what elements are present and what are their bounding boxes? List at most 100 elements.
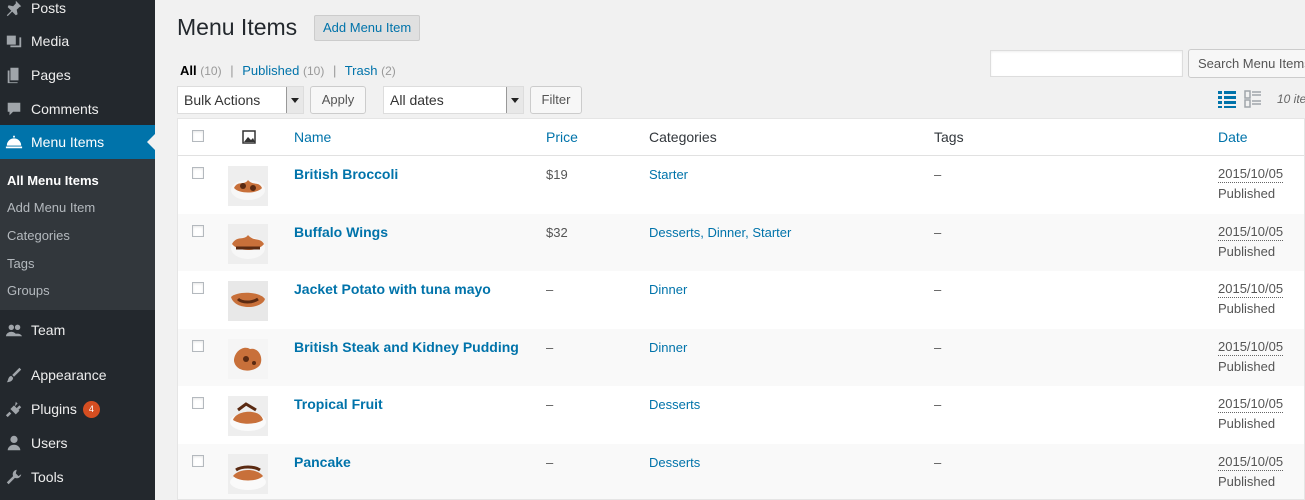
- column-header-tags: Tags: [934, 129, 964, 145]
- date-cell: 2015/10/05: [1218, 223, 1284, 241]
- tags-cell: –: [934, 454, 942, 470]
- price-cell: –: [546, 397, 554, 412]
- date-cell: 2015/10/05: [1218, 281, 1284, 298]
- submenu-all-menu-items[interactable]: All Menu Items: [7, 173, 99, 188]
- table-row: Tropical Fruit – Desserts – 2015/10/05 P…: [178, 386, 1304, 444]
- bulk-actions-select[interactable]: Bulk Actions: [177, 86, 304, 114]
- sidebar-item-label: Tools: [31, 469, 64, 485]
- search-input[interactable]: [990, 50, 1183, 77]
- sidebar-item-label: Users: [31, 435, 68, 451]
- status-cell: Published: [1218, 301, 1276, 316]
- filter-all-count: (10): [200, 64, 222, 78]
- filter-separator: |: [332, 63, 337, 78]
- main-content: Menu Items Add Menu Item All (10) | Publ…: [155, 0, 1305, 500]
- categories-link[interactable]: Desserts: [649, 397, 700, 412]
- dates-filter-select[interactable]: All dates: [383, 86, 524, 114]
- row-checkbox[interactable]: [192, 167, 204, 179]
- table-row: Jacket Potato with tuna mayo – Dinner – …: [178, 271, 1304, 329]
- menu-item-thumbnail[interactable]: [228, 281, 268, 321]
- sidebar-item-label: Posts: [31, 0, 67, 16]
- admin-sidebar: Posts Media Pages Comments Menu Items Al…: [0, 0, 155, 500]
- plugins-update-badge: 4: [82, 400, 100, 418]
- menu-item-title-link[interactable]: Tropical Fruit: [294, 396, 383, 412]
- menu-item-title-link[interactable]: Jacket Potato with tuna mayo: [294, 281, 491, 297]
- price-cell: –: [546, 339, 554, 355]
- sidebar-item-posts[interactable]: Posts: [0, 0, 155, 25]
- date-cell: 2015/10/05: [1218, 166, 1284, 183]
- filter-published-count: (10): [302, 64, 325, 78]
- sidebar-item-label: Appearance: [31, 367, 107, 383]
- menu-item-thumbnail[interactable]: [228, 453, 268, 494]
- sidebar-item-label: Comments: [31, 101, 99, 117]
- add-menu-item-button[interactable]: Add Menu Item: [314, 15, 421, 41]
- table-header: Name Price Categories Tags Date: [178, 119, 1304, 156]
- menu-item-title-link[interactable]: Pancake: [294, 454, 351, 470]
- image-column-icon: [242, 130, 256, 147]
- row-checkbox[interactable]: [192, 397, 204, 409]
- categories-link[interactable]: Desserts, Dinner, Starter: [649, 225, 791, 240]
- items-count: 10 items: [1277, 92, 1305, 106]
- brush-icon: [4, 365, 24, 385]
- comment-icon: [4, 99, 24, 119]
- column-header-categories: Categories: [649, 129, 717, 145]
- menu-item-title-link[interactable]: Buffalo Wings: [294, 224, 388, 240]
- sidebar-item-appearance[interactable]: Appearance: [0, 358, 155, 392]
- filter-all-link[interactable]: All: [180, 63, 197, 78]
- submenu-tags[interactable]: Tags: [7, 256, 34, 271]
- filter-published-link[interactable]: Published: [242, 63, 299, 78]
- row-checkbox[interactable]: [192, 282, 204, 294]
- column-header-price[interactable]: Price: [546, 129, 578, 145]
- price-cell: –: [546, 454, 554, 470]
- sidebar-item-team[interactable]: Team: [0, 313, 155, 347]
- table-row: British Broccoli $19 Starter – 2015/10/0…: [178, 156, 1304, 214]
- menu-item-title-link[interactable]: British Broccoli: [294, 166, 398, 182]
- sidebar-item-comments[interactable]: Comments: [0, 92, 155, 126]
- sidebar-item-label: Menu Items: [31, 134, 105, 150]
- team-icon: [4, 320, 24, 340]
- filter-trash-link[interactable]: Trash: [345, 63, 378, 78]
- menu-item-title-link[interactable]: British Steak and Kidney Pudding: [294, 339, 519, 355]
- sidebar-item-tools[interactable]: Tools: [0, 460, 155, 494]
- sidebar-item-menu-items[interactable]: Menu Items: [0, 125, 155, 159]
- filter-trash-count: (2): [381, 64, 396, 78]
- submenu-add-menu-item[interactable]: Add Menu Item: [7, 200, 95, 215]
- categories-link[interactable]: Dinner: [649, 340, 687, 355]
- menu-item-thumbnail[interactable]: [228, 396, 268, 436]
- media-icon: [4, 31, 24, 51]
- pin-icon: [4, 0, 24, 18]
- sidebar-item-media[interactable]: Media: [0, 24, 155, 58]
- menu-item-thumbnail[interactable]: [228, 223, 268, 264]
- submenu-categories[interactable]: Categories: [7, 228, 70, 243]
- menu-item-thumbnail[interactable]: [228, 166, 268, 206]
- date-cell: 2015/10/05: [1218, 396, 1284, 413]
- sidebar-item-pages[interactable]: Pages: [0, 58, 155, 92]
- table-row: British Steak and Kidney Pudding – Dinne…: [178, 328, 1304, 386]
- price-cell: –: [546, 282, 554, 297]
- sidebar-item-plugins[interactable]: Plugins 4: [0, 392, 155, 426]
- sidebar-item-users[interactable]: Users: [0, 426, 155, 460]
- price-cell: $32: [546, 224, 568, 240]
- categories-link[interactable]: Desserts: [649, 455, 700, 470]
- select-all-checkbox[interactable]: [192, 130, 204, 142]
- menu-item-thumbnail[interactable]: [228, 338, 268, 379]
- excerpt-view-icon[interactable]: [1243, 89, 1263, 109]
- list-view-icon[interactable]: [1217, 89, 1237, 109]
- bulk-actions-value: Bulk Actions: [184, 92, 261, 108]
- tags-cell: –: [934, 397, 942, 412]
- row-checkbox[interactable]: [192, 454, 204, 467]
- column-header-name[interactable]: Name: [294, 129, 331, 145]
- sidebar-item-label: Plugins: [31, 401, 77, 417]
- row-checkbox[interactable]: [192, 224, 204, 237]
- chevron-down-icon: [286, 87, 303, 113]
- pages-icon: [4, 65, 24, 85]
- status-cell: Published: [1218, 416, 1276, 431]
- submenu-groups[interactable]: Groups: [7, 283, 50, 298]
- categories-link[interactable]: Starter: [649, 167, 688, 182]
- apply-button[interactable]: Apply: [310, 86, 366, 114]
- categories-link[interactable]: Dinner: [649, 282, 687, 297]
- search-menu-items-button[interactable]: Search Menu Items: [1188, 49, 1305, 78]
- column-header-date[interactable]: Date: [1218, 129, 1248, 145]
- row-checkbox[interactable]: [192, 339, 204, 352]
- table-row: Pancake – Desserts – 2015/10/05 Publishe…: [178, 443, 1304, 499]
- filter-button[interactable]: Filter: [530, 86, 582, 114]
